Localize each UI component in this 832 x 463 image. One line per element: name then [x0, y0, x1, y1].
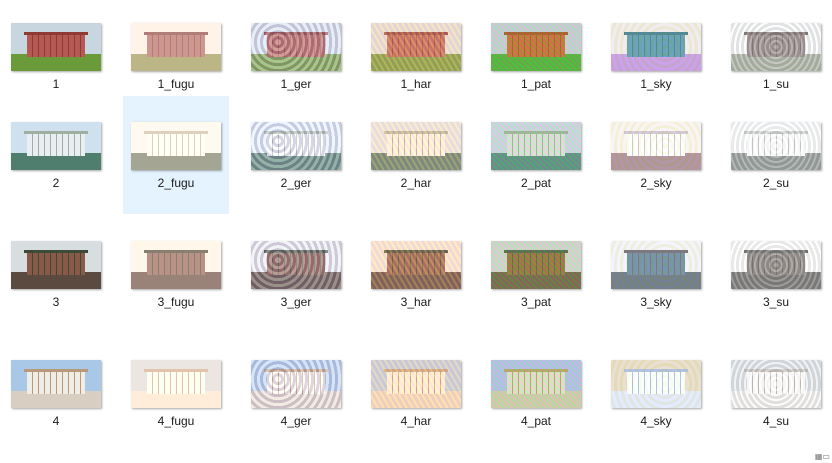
image-thumbnail — [371, 360, 461, 408]
file-name-label: 1_sky — [640, 77, 672, 91]
image-thumbnail — [11, 360, 101, 408]
file-name-label: 1_har — [400, 77, 432, 91]
file-item[interactable]: 4_fugu — [123, 334, 229, 452]
image-thumbnail — [731, 122, 821, 170]
file-item[interactable]: 2_sky — [603, 96, 709, 214]
image-thumbnail — [611, 241, 701, 289]
file-name-label: 1 — [52, 77, 60, 91]
grid-view-icon[interactable]: ▦▭ — [815, 452, 830, 461]
image-thumbnail — [731, 241, 821, 289]
image-thumbnail — [131, 360, 221, 408]
file-item[interactable]: 3_har — [363, 215, 469, 333]
file-name-label: 4 — [52, 414, 60, 428]
file-name-label: 3_su — [762, 295, 790, 309]
image-thumbnail — [731, 23, 821, 71]
image-thumbnail — [251, 241, 341, 289]
file-item[interactable]: 2_fugu — [123, 96, 229, 214]
file-item[interactable]: 3_sky — [603, 215, 709, 333]
file-name-label: 2_ger — [280, 176, 312, 190]
file-name-label: 3_har — [400, 295, 432, 309]
file-grid: 1 1_fugu 1_ger 1_har 1_pat 1_sky 1_su 2 2_fugu 2_… — [0, 0, 832, 463]
image-thumbnail — [251, 23, 341, 71]
file-name-label: 2_fugu — [157, 176, 195, 190]
image-thumbnail — [11, 23, 101, 71]
file-name-label: 3_sky — [640, 295, 672, 309]
file-name-label: 4_pat — [520, 414, 552, 428]
file-item[interactable]: 4 — [3, 334, 109, 452]
file-item[interactable]: 3_pat — [483, 215, 589, 333]
file-item[interactable]: 2 — [3, 96, 109, 214]
file-name-label: 3 — [52, 295, 60, 309]
image-thumbnail — [491, 360, 581, 408]
file-item[interactable]: 2_ger — [243, 96, 349, 214]
file-item[interactable]: 4_har — [363, 334, 469, 452]
file-name-label: 2_har — [400, 176, 432, 190]
file-item[interactable]: 4_pat — [483, 334, 589, 452]
file-name-label: 2_su — [762, 176, 790, 190]
image-thumbnail — [371, 241, 461, 289]
image-thumbnail — [611, 360, 701, 408]
image-thumbnail — [731, 360, 821, 408]
file-item[interactable]: 3 — [3, 215, 109, 333]
image-thumbnail — [11, 241, 101, 289]
file-name-label: 1_ger — [280, 77, 312, 91]
image-thumbnail — [131, 122, 221, 170]
file-item[interactable]: 2_pat — [483, 96, 589, 214]
file-name-label: 1_su — [762, 77, 790, 91]
file-name-label: 2_sky — [640, 176, 672, 190]
file-item[interactable]: 3_su — [723, 215, 829, 333]
file-name-label: 1_pat — [520, 77, 552, 91]
image-thumbnail — [371, 122, 461, 170]
image-thumbnail — [251, 122, 341, 170]
image-thumbnail — [611, 23, 701, 71]
file-name-label: 3_fugu — [157, 295, 195, 309]
file-name-label: 4_fugu — [157, 414, 195, 428]
file-name-label: 4_sky — [640, 414, 672, 428]
file-item[interactable]: 3_fugu — [123, 215, 229, 333]
image-thumbnail — [371, 23, 461, 71]
image-thumbnail — [131, 23, 221, 71]
file-item[interactable]: 4_sky — [603, 334, 709, 452]
image-thumbnail — [131, 241, 221, 289]
file-item[interactable]: 2_har — [363, 96, 469, 214]
image-thumbnail — [491, 122, 581, 170]
file-name-label: 4_su — [762, 414, 790, 428]
file-item[interactable]: 4_su — [723, 334, 829, 452]
file-name-label: 4_har — [400, 414, 432, 428]
file-name-label: 2_pat — [520, 176, 552, 190]
image-thumbnail — [251, 360, 341, 408]
image-thumbnail — [491, 241, 581, 289]
image-thumbnail — [11, 122, 101, 170]
file-name-label: 4_ger — [280, 414, 312, 428]
image-thumbnail — [491, 23, 581, 71]
file-name-label: 3_pat — [520, 295, 552, 309]
file-name-label: 1_fugu — [157, 77, 195, 91]
image-thumbnail — [611, 122, 701, 170]
file-name-label: 3_ger — [280, 295, 312, 309]
file-item[interactable]: 4_ger — [243, 334, 349, 452]
file-item[interactable]: 3_ger — [243, 215, 349, 333]
file-item[interactable]: 2_su — [723, 96, 829, 214]
file-name-label: 2 — [52, 176, 60, 190]
